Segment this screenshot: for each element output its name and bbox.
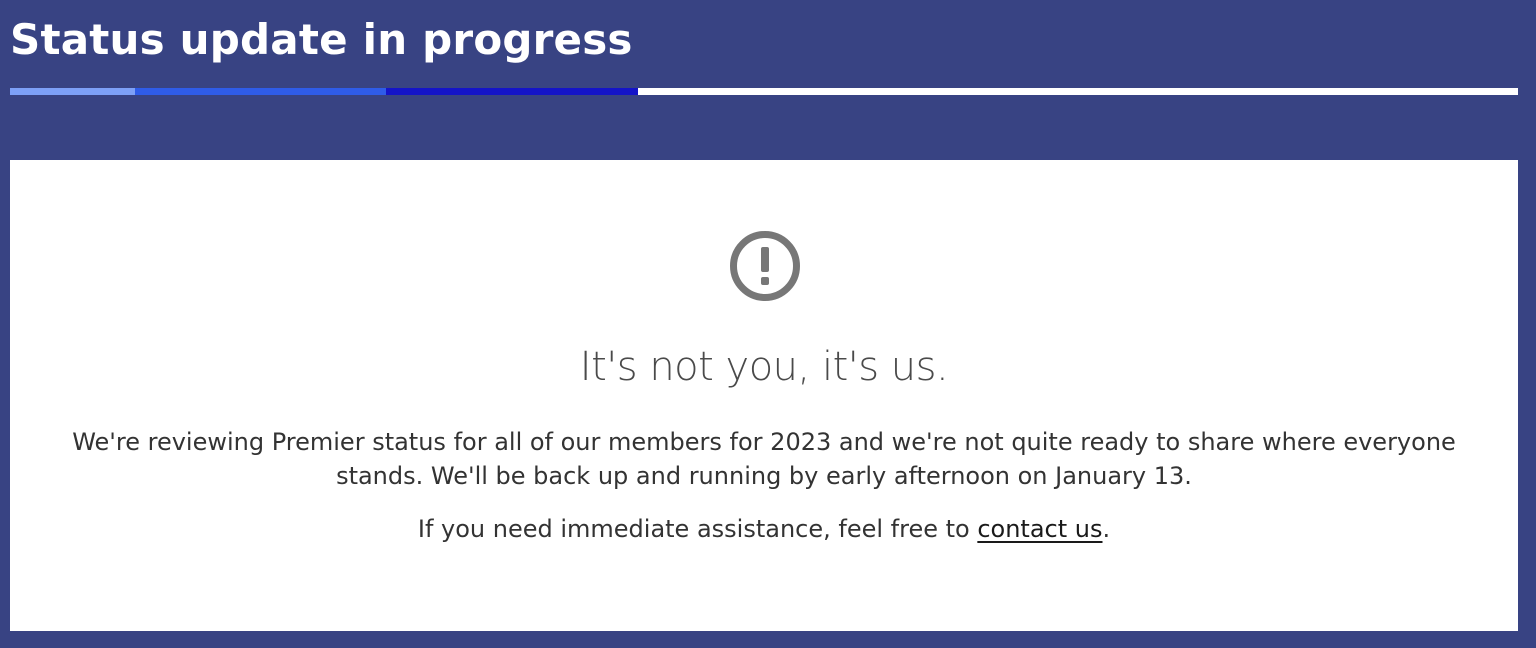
progress-bar bbox=[10, 88, 1518, 95]
notice-card: It's not you, it's us. We're reviewing P… bbox=[10, 160, 1518, 631]
progress-segment-1 bbox=[10, 88, 135, 95]
page-title: Status update in progress bbox=[10, 15, 633, 64]
notice-body: We're reviewing Premier status for all o… bbox=[72, 428, 1456, 490]
notice-heading: It's not you, it's us. bbox=[579, 344, 949, 390]
exclamation-circle-icon bbox=[730, 231, 800, 301]
help-text: If you need immediate assistance, feel f… bbox=[10, 512, 1518, 546]
help-prefix: If you need immediate assistance, feel f… bbox=[417, 515, 978, 543]
page: Status update in progress It's not you, … bbox=[0, 0, 1536, 648]
progress-segment-2 bbox=[135, 88, 386, 95]
progress-segment-remaining bbox=[638, 88, 1518, 95]
contact-us-link[interactable]: contact us bbox=[977, 515, 1102, 543]
progress-segment-3 bbox=[386, 88, 638, 95]
help-suffix: . bbox=[1102, 515, 1111, 543]
